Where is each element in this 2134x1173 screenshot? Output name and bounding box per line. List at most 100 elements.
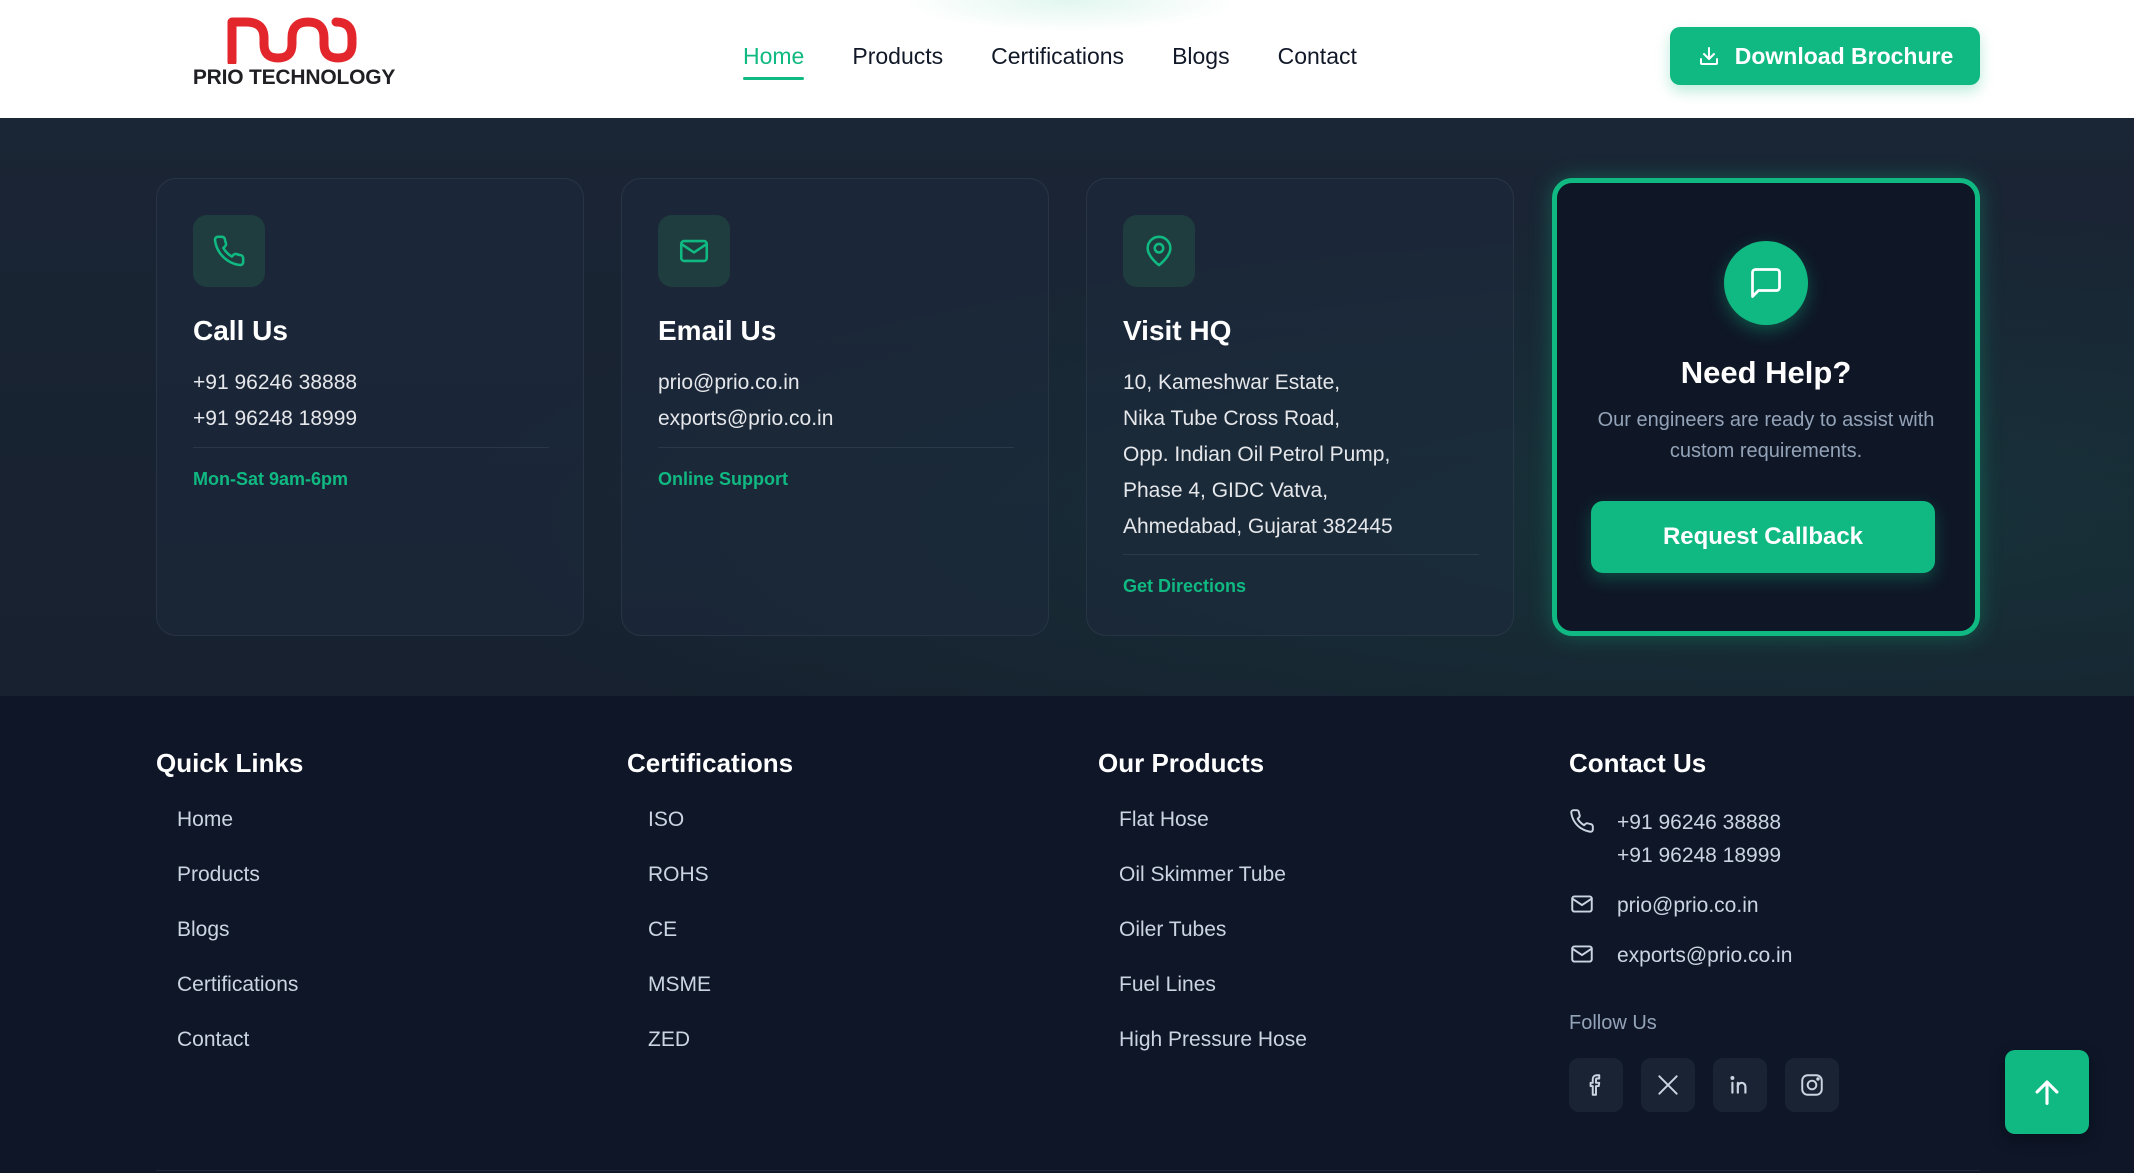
footer-link-certifications[interactable]: Certifications bbox=[177, 970, 303, 1025]
nav-link-products[interactable]: Products bbox=[852, 38, 943, 78]
phone-icon bbox=[213, 235, 245, 267]
card-divider bbox=[1123, 554, 1479, 555]
help-description: Our engineers are ready to assist with c… bbox=[1597, 409, 1935, 462]
x-icon bbox=[1658, 1075, 1678, 1095]
nav-glow-decoration bbox=[900, 0, 1240, 32]
instagram-icon bbox=[1801, 1074, 1823, 1096]
site-footer: Quick Links Home Products Blogs Certific… bbox=[0, 696, 2134, 1173]
footer-quick-links: Quick Links Home Products Blogs Certific… bbox=[156, 748, 303, 1080]
facebook-link[interactable] bbox=[1569, 1058, 1623, 1112]
footer-link-home[interactable]: Home bbox=[177, 805, 303, 860]
footer-certifications: Certifications ISO ROHS CE MSME ZED bbox=[627, 748, 793, 1080]
navbar: PRIO TECHNOLOGY Home Products Certificat… bbox=[0, 0, 2134, 118]
instagram-link[interactable] bbox=[1785, 1058, 1839, 1112]
phone-icon bbox=[1570, 809, 1594, 833]
card-title: Call Us bbox=[193, 315, 288, 346]
download-brochure-label: Download Brochure bbox=[1734, 42, 1954, 69]
footer-column-title: Contact Us bbox=[1569, 748, 1707, 778]
nav-link-home[interactable]: Home bbox=[743, 38, 805, 80]
footer-link-oil-skimmer-tube[interactable]: Oil Skimmer Tube bbox=[1119, 860, 1307, 915]
email-address[interactable]: exports@prio.co.in bbox=[658, 401, 1018, 437]
footer-email-row: prio@prio.co.in bbox=[1569, 889, 1759, 922]
mail-icon bbox=[1571, 895, 1593, 913]
card-lines: +91 96246 38888 +91 96248 18999 bbox=[193, 365, 553, 437]
download-brochure-button[interactable]: Download Brochure bbox=[1670, 27, 1980, 85]
footer-column-title: Certifications bbox=[627, 748, 794, 778]
footer-link-zed[interactable]: ZED bbox=[648, 1025, 793, 1080]
follow-us-label: Follow Us bbox=[1569, 1012, 1657, 1034]
footer-link-iso[interactable]: ISO bbox=[648, 805, 793, 860]
footer-link-contact[interactable]: Contact bbox=[177, 1025, 303, 1080]
address-line: Ahmedabad, Gujarat 382445 bbox=[1123, 515, 1393, 538]
card-icon-box bbox=[193, 215, 265, 287]
footer-link-oiler-tubes[interactable]: Oiler Tubes bbox=[1119, 915, 1307, 970]
footer-divider bbox=[156, 1170, 1980, 1171]
prio-logo-icon bbox=[227, 17, 357, 64]
footer-link-fuel-lines[interactable]: Fuel Lines bbox=[1119, 970, 1307, 1025]
footer-email-row: exports@prio.co.in bbox=[1569, 939, 1792, 972]
linkedin-link[interactable] bbox=[1713, 1058, 1767, 1112]
footer-column-title: Quick Links bbox=[156, 748, 304, 778]
nav-link-contact[interactable]: Contact bbox=[1278, 38, 1357, 78]
call-us-card: Call Us +91 96246 38888 +91 96248 18999 … bbox=[156, 178, 584, 636]
footer-phone-row: +91 96246 38888 +91 96248 18999 bbox=[1569, 806, 1781, 872]
phone-number[interactable]: +91 96246 38888 bbox=[193, 365, 553, 401]
contact-cards-section: Call Us +91 96246 38888 +91 96248 18999 … bbox=[0, 118, 2134, 696]
footer-email-address[interactable]: prio@prio.co.in bbox=[1617, 889, 1759, 922]
get-directions-link[interactable]: Get Directions bbox=[1123, 576, 1246, 597]
card-title: Visit HQ bbox=[1123, 315, 1232, 346]
footer-link-products[interactable]: Products bbox=[177, 860, 303, 915]
help-title: Need Help? bbox=[1680, 355, 1852, 390]
nav-link-certifications[interactable]: Certifications bbox=[991, 38, 1124, 78]
need-help-card: Need Help? Our engineers are ready to as… bbox=[1552, 178, 1980, 636]
linkedin-icon bbox=[1730, 1076, 1747, 1094]
footer-link-high-pressure-hose[interactable]: High Pressure Hose bbox=[1119, 1025, 1307, 1080]
address-line: 10, Kameshwar Estate, bbox=[1123, 371, 1341, 394]
phone-number[interactable]: +91 96248 18999 bbox=[193, 401, 553, 437]
card-icon-box bbox=[1123, 215, 1195, 287]
footer-link-ce[interactable]: CE bbox=[648, 915, 793, 970]
arrow-up-icon bbox=[2035, 1080, 2059, 1105]
address-line: Phase 4, GIDC Vatva, bbox=[1123, 479, 1329, 502]
footer-email-address[interactable]: exports@prio.co.in bbox=[1617, 939, 1792, 972]
card-divider bbox=[658, 447, 1014, 448]
footer-phone-number[interactable]: +91 96246 38888 bbox=[1617, 806, 1781, 839]
download-icon bbox=[1699, 47, 1718, 65]
request-callback-button[interactable]: Request Callback bbox=[1591, 501, 1935, 573]
facebook-icon bbox=[1589, 1074, 1601, 1096]
card-divider bbox=[193, 447, 549, 448]
email-us-card: Email Us prio@prio.co.in exports@prio.co… bbox=[621, 178, 1049, 636]
card-title: Email Us bbox=[658, 315, 777, 346]
main-nav: Home Products Certifications Blogs Conta… bbox=[743, 38, 1357, 80]
footer-link-flat-hose[interactable]: Flat Hose bbox=[1119, 805, 1307, 860]
footer-link-list: ISO ROHS CE MSME ZED bbox=[627, 805, 793, 1080]
x-link[interactable] bbox=[1641, 1058, 1695, 1112]
visit-hq-card: Visit HQ 10, Kameshwar Estate, Nika Tube… bbox=[1086, 178, 1514, 636]
footer-contact: Contact Us bbox=[1569, 748, 1706, 779]
map-pin-icon bbox=[1146, 235, 1172, 267]
scroll-to-top-button[interactable] bbox=[2005, 1050, 2089, 1134]
brand-logo[interactable]: PRIO TECHNOLOGY bbox=[188, 16, 400, 92]
footer-link-list: Home Products Blogs Certifications Conta… bbox=[156, 805, 303, 1080]
footer-link-list: Flat Hose Oil Skimmer Tube Oiler Tubes F… bbox=[1098, 805, 1307, 1080]
footer-link-blogs[interactable]: Blogs bbox=[177, 915, 303, 970]
footer-phone-number[interactable]: +91 96248 18999 bbox=[1617, 839, 1781, 872]
nav-link-blogs[interactable]: Blogs bbox=[1172, 38, 1230, 78]
address-line: Nika Tube Cross Road, bbox=[1123, 407, 1341, 430]
footer-link-msme[interactable]: MSME bbox=[648, 970, 793, 1025]
chat-icon bbox=[1751, 268, 1781, 298]
footer-column-title: Our Products bbox=[1098, 748, 1265, 778]
card-footer-support: Online Support bbox=[658, 469, 788, 489]
email-address[interactable]: prio@prio.co.in bbox=[658, 365, 1018, 401]
card-lines: 10, Kameshwar Estate, Nika Tube Cross Ro… bbox=[1123, 365, 1483, 545]
social-links bbox=[1569, 1058, 1839, 1112]
card-icon-box bbox=[658, 215, 730, 287]
brand-name: PRIO TECHNOLOGY bbox=[192, 66, 396, 89]
address-line: Opp. Indian Oil Petrol Pump, bbox=[1123, 443, 1391, 466]
mail-icon bbox=[1571, 945, 1593, 963]
help-icon-circle bbox=[1724, 241, 1808, 325]
footer-products: Our Products Flat Hose Oil Skimmer Tube … bbox=[1098, 748, 1307, 1080]
card-lines: prio@prio.co.in exports@prio.co.in bbox=[658, 365, 1018, 437]
footer-link-rohs[interactable]: ROHS bbox=[648, 860, 793, 915]
card-footer-hours: Mon-Sat 9am-6pm bbox=[193, 469, 349, 489]
